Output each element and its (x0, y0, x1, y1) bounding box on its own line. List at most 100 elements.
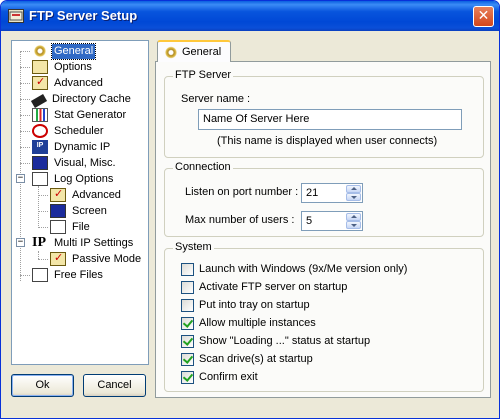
max-users-spin-buttons[interactable] (346, 213, 361, 229)
port-spin-buttons[interactable] (346, 185, 361, 201)
collapse-multi-ip[interactable]: − (16, 238, 25, 247)
tree-item-label: Scheduler (54, 124, 104, 137)
close-button[interactable]: ✕ (473, 6, 494, 27)
option-label: Put into tray on startup (199, 299, 310, 311)
collapse-log-options[interactable]: − (16, 174, 25, 183)
spin-down-icon[interactable] (346, 193, 361, 201)
passive-icon (50, 251, 66, 266)
connection-group: Connection Listen on port number : 21 Ma… (164, 161, 484, 237)
tab-general[interactable]: General (157, 40, 231, 62)
gear-icon (32, 44, 48, 58)
tree-item-multi-ip[interactable]: IP Multi IP Settings (32, 235, 135, 251)
checkbox[interactable] (181, 334, 194, 348)
window-title: FTP Server Setup (29, 8, 138, 23)
option-show-loading-status[interactable]: Show "Loading ..." status at startup (181, 333, 370, 349)
tree-item-stat-generator[interactable]: Stat Generator (20, 107, 128, 123)
checkbox[interactable] (181, 280, 194, 294)
tree-item-label: Advanced (72, 188, 121, 201)
app-icon (8, 9, 24, 23)
option-confirm-exit[interactable]: Confirm exit (181, 369, 258, 385)
monitor-icon (32, 156, 48, 170)
tree-item-free-files[interactable]: Free Files (20, 267, 105, 283)
port-value: 21 (306, 187, 319, 199)
option-label: Allow multiple instances (199, 317, 316, 329)
checkbox[interactable] (181, 298, 194, 312)
ip-icon: IP (32, 140, 48, 154)
tree-item-label: Passive Mode (72, 252, 142, 265)
group-title: Connection (173, 161, 233, 173)
tree-item-label: Advanced (54, 76, 103, 89)
tree-item-dynamic-ip[interactable]: IP Dynamic IP (20, 139, 112, 155)
stats-icon (32, 108, 48, 122)
max-users-value: 5 (306, 215, 313, 227)
multi-ip-icon: IP (32, 235, 46, 250)
file-icon (50, 220, 66, 234)
max-users-label: Max number of users : (185, 214, 295, 226)
tree-item-general[interactable]: General (20, 42, 97, 60)
option-label: Confirm exit (199, 371, 258, 383)
title-bar[interactable]: FTP Server Setup ✕ (1, 1, 499, 31)
tree-item-directory-cache[interactable]: Directory Cache (20, 91, 133, 108)
general-tab-panel: FTP Server Server name : Name Of Server … (155, 61, 491, 398)
tab-label: General (182, 46, 222, 58)
cancel-button[interactable]: Cancel (83, 374, 146, 397)
tree-item-label: Multi IP Settings (54, 236, 134, 249)
tree-item-passive-mode[interactable]: Passive Mode (38, 251, 143, 267)
tree-item-label: Options (54, 60, 92, 73)
tree-item-scheduler[interactable]: Scheduler (20, 123, 106, 139)
server-name-input[interactable]: Name Of Server Here (198, 109, 462, 130)
tree-item-log-screen[interactable]: Screen (38, 203, 109, 219)
tree-item-label: Log Options (54, 172, 114, 185)
option-label: Show "Loading ..." status at startup (199, 335, 371, 347)
tree-item-log-advanced[interactable]: Advanced (38, 187, 123, 203)
tree-item-label: File (72, 220, 90, 233)
tree-item-label: Directory Cache (52, 92, 131, 105)
option-tray-on-startup[interactable]: Put into tray on startup (181, 297, 310, 313)
port-spinner[interactable]: 21 (301, 183, 363, 203)
option-label: Scan drive(s) at startup (199, 353, 313, 365)
tree-item-advanced[interactable]: Advanced (20, 75, 105, 91)
checkbox[interactable] (181, 352, 194, 366)
group-title: System (173, 241, 214, 253)
ftp-setup-window: FTP Server Setup ✕ General Options Advan… (0, 0, 500, 419)
ok-button[interactable]: Ok (11, 374, 74, 397)
port-label: Listen on port number : (185, 186, 299, 198)
tree-item-log-options[interactable]: Log Options (32, 171, 115, 187)
option-activate-on-startup[interactable]: Activate FTP server on startup (181, 279, 347, 295)
system-group: System Launch with Windows (9x/Me versio… (164, 241, 484, 392)
option-multiple-instances[interactable]: Allow multiple instances (181, 315, 316, 331)
checkbox[interactable] (181, 316, 194, 330)
free-files-icon (32, 268, 48, 282)
checkbox[interactable] (181, 262, 194, 276)
log-icon (32, 172, 48, 186)
cache-icon (30, 93, 48, 108)
tree-item-log-file[interactable]: File (38, 219, 92, 235)
spin-down-icon[interactable] (346, 221, 361, 229)
option-scan-drives[interactable]: Scan drive(s) at startup (181, 351, 313, 367)
options-icon (32, 60, 48, 74)
tree-item-label: Visual, Misc. (54, 156, 116, 169)
tree-item-options[interactable]: Options (20, 59, 94, 75)
checkbox[interactable] (181, 370, 194, 384)
advanced-icon (50, 187, 66, 202)
ftp-server-group: FTP Server Server name : Name Of Server … (164, 69, 484, 158)
option-label: Launch with Windows (9x/Me version only) (199, 263, 408, 275)
spin-up-icon[interactable] (346, 213, 361, 221)
server-name-label: Server name : (181, 93, 251, 105)
option-launch-with-windows[interactable]: Launch with Windows (9x/Me version only) (181, 261, 407, 277)
clock-icon (32, 124, 48, 138)
tree-item-label: Dynamic IP (54, 140, 111, 153)
tree-item-label: Screen (72, 204, 107, 217)
screen-icon (50, 204, 66, 218)
tree-item-visual-misc[interactable]: Visual, Misc. (20, 155, 118, 171)
tree-item-label: Free Files (54, 268, 103, 281)
advanced-icon (32, 75, 48, 90)
tree-item-label: Stat Generator (54, 108, 127, 121)
option-label: Activate FTP server on startup (199, 281, 348, 293)
settings-tree[interactable]: General Options Advanced Directory Cache… (11, 40, 149, 365)
server-name-hint: (This name is displayed when user connec… (217, 135, 438, 147)
group-title: FTP Server (173, 69, 234, 81)
max-users-spinner[interactable]: 5 (301, 211, 363, 231)
spin-up-icon[interactable] (346, 185, 361, 193)
gear-icon (164, 45, 178, 59)
